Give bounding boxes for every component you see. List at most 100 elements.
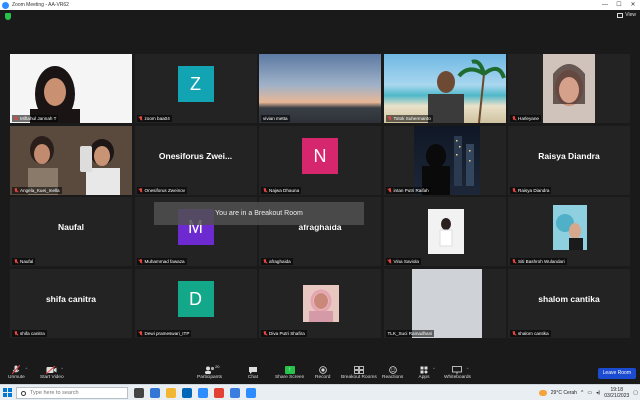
participant-name-label: Najwa Dhauna	[261, 186, 302, 194]
mic-muted-icon	[512, 330, 516, 336]
shield-icon[interactable]	[5, 13, 11, 20]
record-icon	[317, 364, 329, 375]
mic-muted-icon	[139, 116, 143, 121]
window-title: Zoom Meeting - AA-VR62	[12, 2, 69, 8]
participants-icon: 20	[204, 364, 220, 375]
participant-tile[interactable]: Siti Bashroh Wulandari	[508, 197, 630, 266]
participant-display-name: Raisya Diandra	[538, 150, 600, 161]
weather-text: 29°C Cerah	[550, 390, 577, 396]
chat-label: Chat	[247, 375, 259, 380]
participant-tile[interactable]: Raisya Diandra Raisya Diandra	[508, 125, 630, 195]
participant-tile[interactable]: Zzoom baa04	[134, 54, 257, 123]
participant-name-label: vivian metta	[261, 115, 290, 122]
participant-tile[interactable]: Harleyane	[508, 54, 630, 123]
start-video-label: Start Video	[40, 375, 64, 380]
participant-tile[interactable]: Totok Suhermanto	[383, 54, 506, 123]
participant-tile[interactable]: vivian metta	[259, 54, 381, 123]
share-screen-button[interactable]: ↑ Share Screen	[275, 364, 304, 380]
edge-icon[interactable]	[150, 388, 160, 398]
participant-name: vivian metta	[263, 116, 288, 121]
participant-tile[interactable]: shalom cantika shalom cantika	[508, 268, 630, 338]
tray-chevron-icon[interactable]: ^	[581, 390, 583, 396]
breakout-rooms-label: Breakout Rooms	[341, 375, 377, 380]
participants-count: 20	[215, 364, 220, 369]
windows-start-icon[interactable]	[3, 388, 12, 397]
participant-tile[interactable]: Vina Saviola	[383, 197, 506, 266]
record-button[interactable]: Record	[315, 364, 330, 380]
participants-button[interactable]: 20 Participants	[197, 364, 222, 380]
avatar-letter: D	[177, 280, 214, 317]
volume-icon[interactable]: ◂)	[596, 390, 600, 396]
whiteboards-label: Whiteboards	[444, 375, 471, 380]
participant-name-label: Diva Putri Shafira	[261, 329, 307, 337]
reactions-button[interactable]: Reactions	[382, 364, 403, 380]
participant-tile[interactable]: D Dewi prameswari_ITP	[134, 268, 257, 338]
mic-muted-icon	[139, 330, 143, 336]
participant-name-label: Onesiforus Zweinov	[136, 186, 188, 194]
participant-tile[interactable]: Onesiforus Zwei... Onesiforus Zweinov	[134, 125, 257, 195]
participant-tile[interactable]: intan Putri Raifah	[383, 125, 506, 195]
mic-muted-icon	[263, 187, 267, 193]
mic-muted-icon	[263, 330, 267, 336]
participant-tile[interactable]: Angela_Kuei_Inella	[10, 125, 132, 195]
view-button[interactable]: View	[617, 12, 636, 18]
participant-tile[interactable]: N Najwa Dhauna	[259, 125, 381, 195]
participant-tile[interactable]: TLK_Suci Ramadhani	[383, 268, 506, 338]
maximize-button[interactable]: ☐	[612, 0, 626, 10]
participants-label: Participants	[197, 375, 223, 380]
participant-tile[interactable]: shifa canitra shifa canitra	[10, 268, 132, 338]
minimize-button[interactable]: —	[598, 0, 612, 10]
apps-label: Apps	[418, 375, 430, 380]
unmute-button[interactable]: ^ Unmute	[8, 364, 27, 380]
participant-tile[interactable]: Naufal Naufal	[10, 197, 132, 266]
unmute-label: Unmute	[8, 375, 25, 380]
whiteboards-button[interactable]: ^ Whiteboards	[444, 364, 471, 380]
close-button[interactable]: ✕	[626, 0, 640, 10]
leave-room-button[interactable]: Leave Room	[597, 368, 636, 379]
mic-muted-icon	[512, 116, 516, 121]
share-screen-label: Share Screen	[275, 375, 305, 380]
participant-name: Totok Suhermanto	[393, 116, 431, 121]
participant-name-label: intan Putri Raifah	[385, 186, 431, 194]
mic-muted-icon	[14, 116, 18, 121]
zoom-app-icon	[2, 1, 9, 9]
window-titlebar: Zoom Meeting - AA-VR62 — ☐ ✕	[0, 0, 640, 10]
app-icon[interactable]	[230, 388, 240, 398]
file-explorer-icon[interactable]	[166, 388, 176, 398]
zoom-meeting-taskbar-icon[interactable]	[246, 388, 256, 398]
apps-button[interactable]: ^ Apps	[418, 364, 435, 380]
chat-button[interactable]: Chat	[247, 364, 259, 380]
zoom-taskbar-icon[interactable]	[198, 388, 208, 398]
taskbar-search-input[interactable]	[30, 390, 110, 396]
participant-name: Angela_Kuei_Inella	[20, 187, 60, 193]
share-screen-icon: ↑	[284, 365, 295, 374]
participant-display-name: Onesiforus Zwei...	[158, 150, 233, 161]
grid-icon	[617, 12, 624, 18]
taskbar-clock[interactable]: 19:18 03/21/2023	[604, 387, 629, 399]
participant-name: Siti Bashroh Wulandari	[518, 259, 565, 264]
store-icon[interactable]	[182, 388, 192, 398]
network-icon[interactable]: ▭	[587, 390, 592, 396]
participant-name-label: afraghaida	[261, 258, 293, 265]
whiteboard-icon: ^	[451, 364, 468, 375]
notification-icon[interactable]: ▢	[633, 390, 638, 396]
participant-display-name: Naufal	[58, 222, 84, 233]
participant-name-label: TLK_Suci Ramadhani	[385, 329, 435, 337]
mic-muted-icon: ^	[10, 364, 27, 375]
participant-name: Dewi prameswari_ITP	[144, 330, 190, 336]
participant-name: Vina Saviola	[393, 259, 419, 264]
participant-tile[interactable]: Diva Putri Shafira	[259, 268, 381, 338]
view-label: View	[625, 12, 636, 18]
smile-icon	[387, 364, 399, 375]
video-off-icon: ^	[46, 364, 63, 375]
system-tray: 29°C Cerah ^ ▭ ◂) 19:18 03/21/2023 ▢	[538, 386, 638, 400]
breakout-rooms-button[interactable]: Breakout Rooms	[341, 364, 377, 380]
participant-display-name: shalom cantika	[538, 293, 600, 304]
taskbar-search[interactable]	[16, 387, 128, 399]
participant-tile[interactable]: Miftahul Jannah T	[10, 54, 132, 123]
chrome-icon[interactable]	[214, 388, 224, 398]
start-video-button[interactable]: ^ Start Video	[40, 364, 64, 380]
task-view-icon[interactable]	[134, 388, 144, 398]
participant-display-name: shifa canitra	[45, 293, 97, 304]
participant-name-label: Totok Suhermanto	[385, 115, 433, 122]
